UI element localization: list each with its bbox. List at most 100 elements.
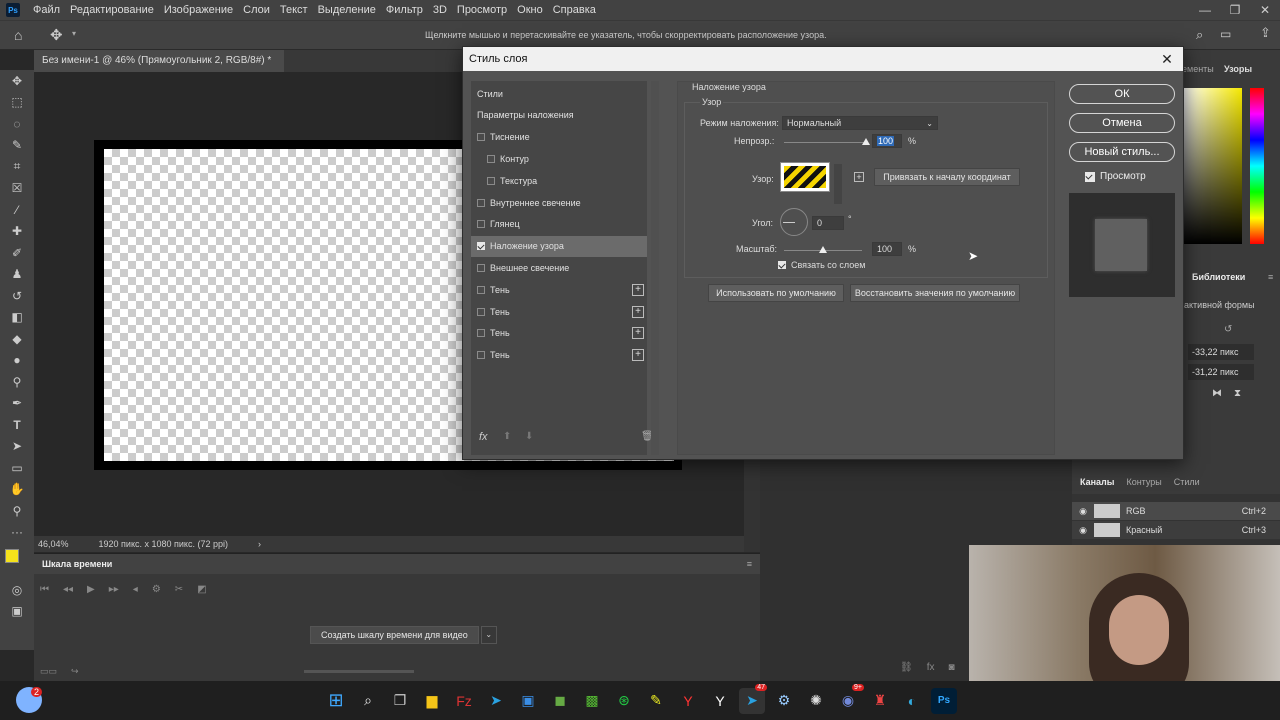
style-checkbox[interactable] [487, 154, 495, 163]
crop-tool-icon[interactable]: ⌗ [0, 156, 34, 178]
style-checkbox[interactable] [477, 263, 485, 272]
chevron-down-icon[interactable]: ▾ [72, 29, 76, 38]
file-explorer-icon[interactable]: ▆ [419, 688, 445, 714]
menu-item[interactable]: Текст [275, 0, 313, 20]
eye-icon[interactable]: ◉ [1072, 506, 1094, 517]
eyedropper-tool-icon[interactable]: ⁄ [0, 199, 34, 221]
menu-item[interactable]: Просмотр [452, 0, 512, 20]
add-effect-icon[interactable]: + [632, 305, 644, 318]
new-preset-icon[interactable]: + [854, 172, 864, 182]
paint-bucket-icon[interactable]: ◆ [0, 328, 34, 350]
styles-scrollbar[interactable] [651, 81, 659, 455]
style-list-item[interactable]: Параметры наложения [471, 105, 647, 126]
foreground-color[interactable] [5, 549, 19, 563]
search-icon[interactable]: ⌕ [1196, 27, 1203, 43]
telegram-icon[interactable]: ➤ [483, 688, 509, 714]
app-y-icon[interactable]: Y [707, 688, 733, 714]
fx-menu-icon[interactable]: fx [479, 431, 488, 443]
tab-elements[interactable]: ементы [1182, 64, 1214, 74]
next-frame-icon[interactable]: ▸▸ [109, 584, 119, 595]
menu-item[interactable]: Справка [548, 0, 601, 20]
minecraft-icon[interactable]: ◼ [547, 688, 573, 714]
opacity-slider-thumb[interactable] [862, 138, 870, 145]
eye-icon[interactable]: ◉ [1072, 525, 1094, 536]
transition-icon[interactable]: ◩ [197, 584, 206, 595]
xbox-icon[interactable]: ⊛ [611, 688, 637, 714]
discord-icon[interactable]: ◉ 9+ [835, 683, 864, 714]
move-tool-icon[interactable]: ✥ [50, 26, 63, 44]
style-checkbox[interactable] [477, 329, 485, 338]
frame-mode-icon[interactable]: ▭▭ [40, 666, 57, 677]
style-checkbox[interactable] [477, 133, 485, 142]
tab-styles[interactable]: Стили [1174, 477, 1200, 487]
marquee-tool-icon[interactable]: ⬚ [0, 92, 34, 114]
panel-menu-icon[interactable]: ≡ [1268, 272, 1273, 282]
tab-libraries[interactable]: Библиотеки [1192, 272, 1245, 282]
healing-tool-icon[interactable]: ✚ [0, 221, 34, 243]
split-icon[interactable]: ✂ [175, 584, 183, 595]
menu-item[interactable]: Редактирование [65, 0, 159, 20]
photoshop-taskbar-icon[interactable]: Ps [931, 687, 957, 714]
restore-icon[interactable]: ❐ [1220, 0, 1250, 20]
style-list-item[interactable]: Внутреннее свечение [471, 192, 647, 213]
zoom-level[interactable]: 46,04% [38, 539, 69, 549]
play-icon[interactable]: ▶ [87, 584, 95, 595]
channel-row[interactable]: ◉ Красный Ctrl+3 [1072, 521, 1280, 539]
style-checkbox[interactable] [477, 198, 485, 207]
add-effect-icon[interactable]: + [632, 327, 644, 340]
chatgpt-icon[interactable]: ✺ [803, 688, 829, 714]
close-icon[interactable]: ✕ [1250, 0, 1280, 20]
menu-item[interactable]: Слои [238, 0, 275, 20]
zoom-tool-icon[interactable]: ⚲ [0, 500, 34, 522]
style-list-item[interactable]: Внешнее свечение [471, 257, 647, 278]
quick-mask-icon[interactable]: ◎ [0, 579, 34, 601]
reset-icon[interactable]: ↺ [1224, 324, 1232, 335]
hand-tool-icon[interactable]: ✋ [0, 479, 34, 501]
document-tab[interactable]: Без имени-1 @ 46% (Прямоугольник 2, RGB/… [34, 50, 284, 88]
first-frame-icon[interactable]: ⏮ [40, 584, 49, 595]
task-view-icon[interactable]: ❐ [387, 688, 413, 714]
scale-input[interactable]: 100 [872, 242, 902, 256]
link-icon[interactable]: ⛓ [900, 662, 913, 673]
workspace-icon[interactable]: ▭ [1220, 27, 1231, 41]
channel-row[interactable]: ◉ RGB Ctrl+2 [1072, 502, 1280, 520]
add-effect-icon[interactable]: + [632, 349, 644, 362]
ok-button[interactable]: ОК [1069, 84, 1175, 104]
tab-paths[interactable]: Контуры [1126, 477, 1161, 487]
link-with-layer[interactable]: Связать со слоем [778, 260, 865, 270]
menu-item[interactable]: Выделение [313, 0, 381, 20]
screen-mode-icon[interactable]: ▣ [0, 601, 34, 623]
link-checkbox[interactable] [778, 261, 786, 269]
settings-icon[interactable]: ⚙ [152, 584, 161, 595]
cancel-button[interactable]: Отмена [1069, 113, 1175, 133]
style-list-item[interactable]: Стили [471, 83, 647, 104]
path-select-icon[interactable]: ➤ [0, 436, 34, 458]
notes-icon[interactable]: ✎ [643, 688, 669, 714]
telegram-active-icon[interactable]: ➤ 47 [739, 683, 767, 714]
search-icon[interactable]: ⌕ [355, 688, 381, 714]
pattern-swatch[interactable] [780, 162, 830, 192]
style-list-item[interactable]: Текстура [471, 170, 647, 191]
chevron-down-icon[interactable]: ⌄ [480, 626, 497, 644]
style-checkbox[interactable] [477, 307, 485, 316]
share-icon[interactable]: ⇪ [1260, 25, 1271, 41]
fx-icon[interactable]: fx [927, 662, 935, 673]
creeper-icon[interactable]: ▩ [579, 688, 605, 714]
timeline-zoom-slider[interactable] [304, 670, 414, 673]
mask-icon[interactable]: ◙ [948, 662, 954, 673]
menu-item[interactable]: Файл [28, 0, 65, 20]
reset-default-button[interactable]: Восстановить значения по умолчанию [850, 284, 1020, 302]
prev-frame-icon[interactable]: ◂◂ [63, 584, 73, 595]
tab-patterns[interactable]: Узоры [1224, 64, 1252, 74]
style-list-item[interactable]: Тень + [471, 301, 647, 322]
style-list-item[interactable]: Тень + [471, 345, 647, 366]
type-tool-icon[interactable]: T [0, 414, 34, 436]
dodge-tool-icon[interactable]: ⚲ [0, 371, 34, 393]
more-tools-icon[interactable]: ··· [0, 522, 34, 544]
tab-channels[interactable]: Каналы [1080, 477, 1114, 487]
pen-tool-icon[interactable]: ✒ [0, 393, 34, 415]
opacity-input[interactable]: 100 [872, 134, 902, 148]
windows-start-icon[interactable]: ⊞ [323, 688, 349, 714]
store-icon[interactable]: ▣ [515, 688, 541, 714]
color-picker-field[interactable] [1184, 88, 1242, 244]
